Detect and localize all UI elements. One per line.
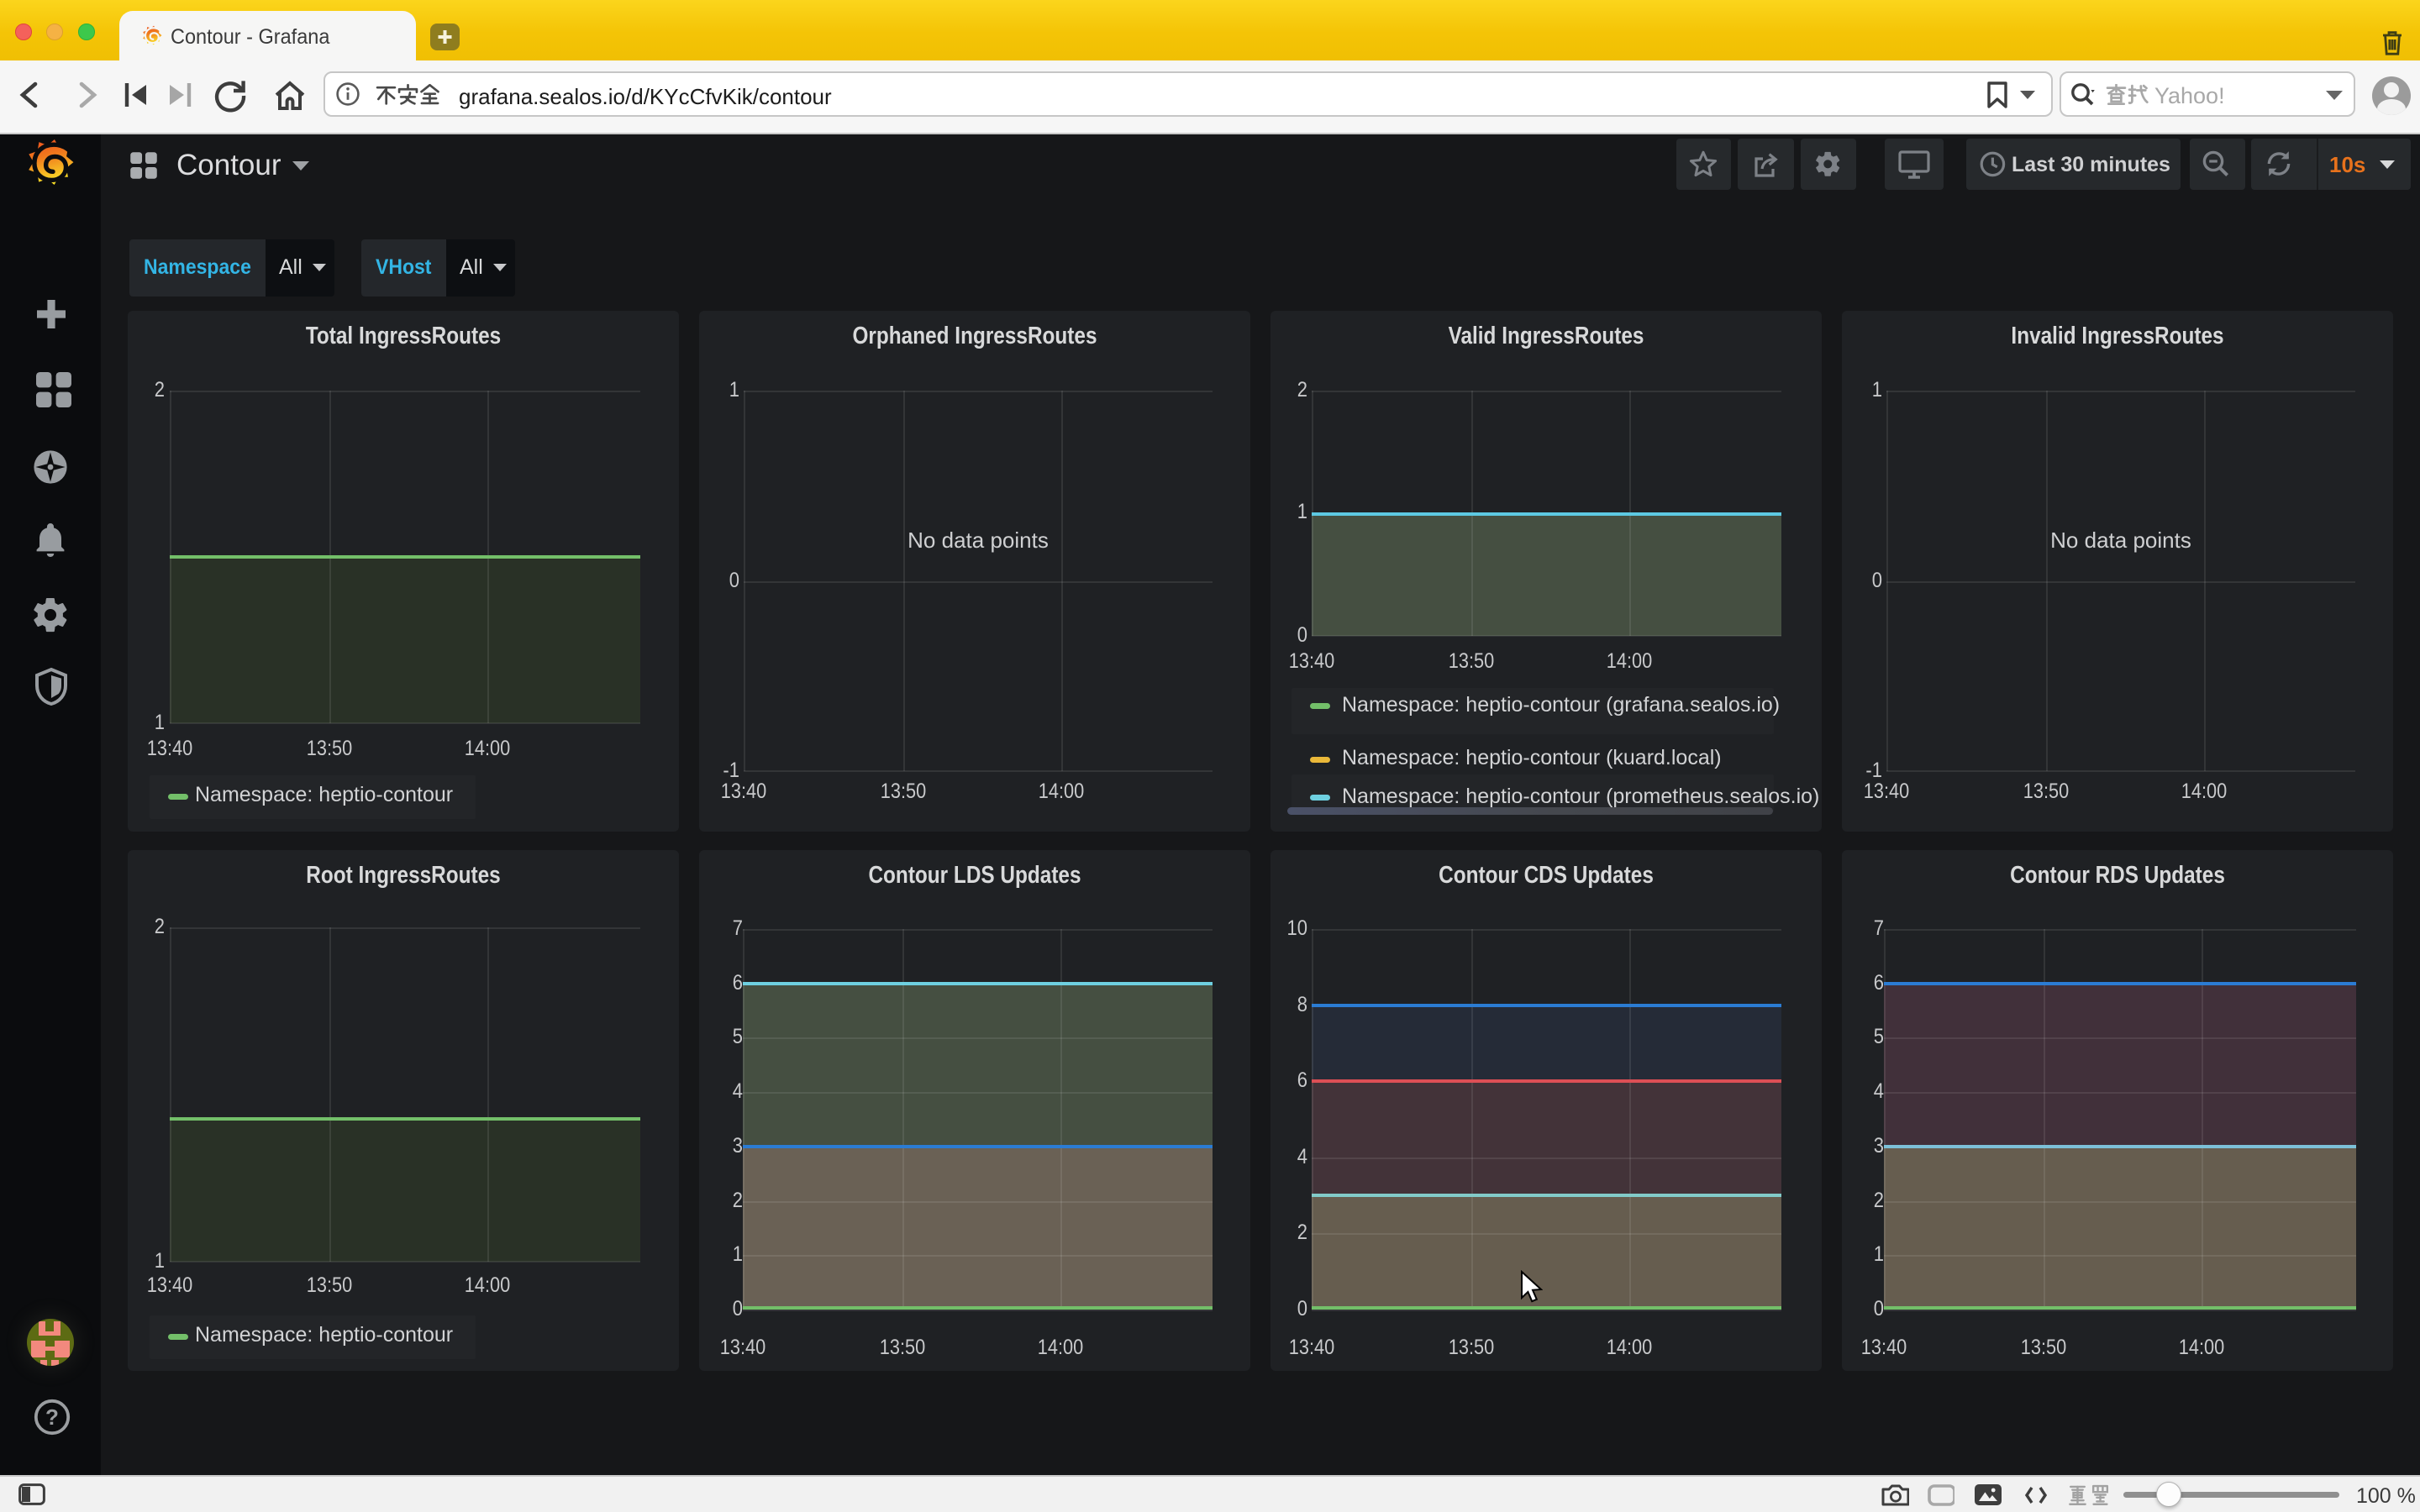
svg-text:?: ?: [45, 1404, 59, 1430]
